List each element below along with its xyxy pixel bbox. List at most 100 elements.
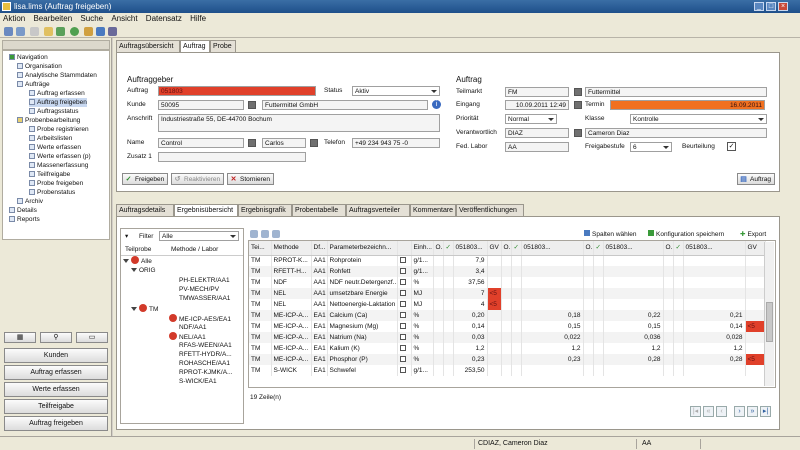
new-icon[interactable] xyxy=(56,27,65,36)
menu-hilfe[interactable]: Hilfe xyxy=(187,13,209,25)
row-checkbox[interactable] xyxy=(397,277,412,288)
open-icon[interactable] xyxy=(44,27,53,36)
col-header[interactable]: O. xyxy=(663,241,674,256)
tab-ergebnisgrafik[interactable]: Ergebnisgrafik xyxy=(238,204,292,216)
help-icon[interactable] xyxy=(108,27,117,36)
filter-tree-item[interactable]: TM xyxy=(131,304,158,314)
nav-item[interactable]: Probenstatus xyxy=(29,188,75,197)
name-field[interactable]: Control xyxy=(158,138,244,148)
maximize-button[interactable]: □ xyxy=(766,2,776,11)
verantwortlich-name-field[interactable]: Cameron Diaz xyxy=(585,128,767,138)
filter-tree-item[interactable]: RFAS-WEEN/AA1 xyxy=(179,341,232,350)
filter-tree-item[interactable]: Alle xyxy=(123,256,152,266)
teilmarkt-lookup-button[interactable] xyxy=(574,88,582,96)
col-header[interactable]: Tei... xyxy=(249,241,272,256)
kunde-lookup-button[interactable] xyxy=(248,101,256,109)
table-row[interactable]: TM NEL AA1 Nettoenergie-Laktation MJ 4 <5 xyxy=(249,299,766,310)
nav-item[interactable]: Werte erfassen (p) xyxy=(29,152,91,161)
zusatz-field[interactable] xyxy=(158,152,306,162)
menu-suche[interactable]: Suche xyxy=(77,13,106,25)
nav-item-selected[interactable]: Auftrag freigeben xyxy=(29,98,87,107)
tree-view-button[interactable]: ▦ xyxy=(4,332,36,343)
save-all-icon[interactable] xyxy=(16,27,25,36)
grid-view-icon[interactable] xyxy=(250,230,258,238)
filter-tree-item[interactable]: ROHASCHE/AA1 xyxy=(179,359,230,368)
nav-item[interactable]: Aufträge xyxy=(17,80,50,89)
table-row[interactable]: TM ME-ICP-A... EA1 Kalium (K)% 1,2 1,2 1,2 1,2 xyxy=(249,343,766,354)
nav-item[interactable]: Werte erfassen xyxy=(29,143,81,152)
konfiguration-speichern-button[interactable]: Konfiguration speichern xyxy=(648,230,724,238)
folder-view-button[interactable]: ▭ xyxy=(76,332,108,343)
close-button[interactable]: × xyxy=(778,2,788,11)
table-row[interactable]: TM NEL AA1 umsetzbare Energie MJ 7 <5 xyxy=(249,288,766,299)
kunde-name-field[interactable]: Futtermittel GmbH xyxy=(262,100,428,110)
info-icon[interactable]: i xyxy=(432,100,441,109)
row-checkbox[interactable] xyxy=(397,255,412,266)
scroll-thumb[interactable] xyxy=(766,302,773,342)
row-checkbox[interactable] xyxy=(397,332,412,343)
telefon-field[interactable]: +49 234 943 75 -0 xyxy=(352,138,440,148)
last-page-button[interactable]: ▸| xyxy=(760,406,771,417)
row-checkbox[interactable] xyxy=(397,321,412,332)
filter-tree-item[interactable]: TMWASSER/AA1 xyxy=(179,294,230,303)
anschrift-field[interactable]: Industriestraße 55, DE-44700 Bochum xyxy=(158,114,440,132)
prev-button[interactable]: ‹ xyxy=(716,406,727,417)
col-header[interactable]: GV xyxy=(487,241,502,256)
auftrag-freigeben-button[interactable]: Auftrag freigeben xyxy=(4,416,108,431)
col-header[interactable]: O. xyxy=(583,241,594,256)
werte-erfassen-button[interactable]: Werte erfassen xyxy=(4,382,108,397)
refresh-icon[interactable] xyxy=(70,27,79,36)
filter-tree-item[interactable]: NDF/AA1 xyxy=(179,323,206,332)
col-header[interactable]: Methode xyxy=(271,241,312,256)
nav-item[interactable]: Auftragsstatus xyxy=(29,107,79,116)
nav-item[interactable]: Probenbearbeitung xyxy=(17,116,80,125)
table-row[interactable]: TM S-WICK EA1 Schwefel g/1... 253,50 xyxy=(249,365,766,376)
nav-item[interactable]: Reports xyxy=(9,215,40,224)
prev-page-button[interactable]: « xyxy=(703,406,714,417)
filter-icon[interactable] xyxy=(96,27,105,36)
grid-scrollbar[interactable] xyxy=(764,242,774,386)
tab-probe[interactable]: Probe xyxy=(210,40,236,52)
filter-tree-item[interactable]: PV-MECH/PV xyxy=(179,285,219,294)
menu-bearbeiten[interactable]: Bearbeiten xyxy=(30,13,75,25)
next-page-button[interactable]: » xyxy=(747,406,758,417)
kunden-button[interactable]: Kunden xyxy=(4,348,108,363)
tab-ergebnisuebersicht[interactable]: Ergebnisübersicht xyxy=(174,204,238,216)
next-button[interactable]: › xyxy=(734,406,745,417)
teilmarkt-name-field[interactable]: Futtermittel xyxy=(585,87,767,97)
nav-item[interactable]: Massenerfassung xyxy=(29,161,88,170)
col-header[interactable]: GV xyxy=(745,241,766,256)
first-page-button[interactable]: |◂ xyxy=(690,406,701,417)
filter-tree-item[interactable]: RPROT-KJMK/A... xyxy=(179,368,232,377)
tab-auftragsverteiler[interactable]: Auftragsverteiler xyxy=(346,204,410,216)
nav-item[interactable]: Probe registrieren xyxy=(29,125,89,134)
table-row[interactable]: TM RFETT-H... AA1 Rohfett g/1... 3,4 xyxy=(249,266,766,277)
row-checkbox[interactable] xyxy=(397,310,412,321)
kunde-field[interactable]: 50095 xyxy=(158,100,244,110)
table-row[interactable]: TM ME-ICP-A... EA1 Natrium (Na)% 0,03 0,022 0,… xyxy=(249,332,766,343)
row-checkbox[interactable] xyxy=(397,365,412,376)
col-header[interactable]: O. xyxy=(501,241,512,256)
status-select[interactable]: Aktiv xyxy=(352,86,440,96)
table-row[interactable]: TM ME-ICP-A... EA1 Magnesium (Mg)% 0,14 0,15 0… xyxy=(249,321,766,332)
reaktivieren-button[interactable]: ↺ Reaktivieren xyxy=(171,173,225,185)
row-checkbox[interactable] xyxy=(397,343,412,354)
save-icon[interactable] xyxy=(4,27,13,36)
nav-item[interactable]: Organisation xyxy=(17,62,62,71)
tab-veroeffentlichungen[interactable]: Veröffentlichungen xyxy=(456,204,524,216)
row-checkbox[interactable] xyxy=(397,299,412,310)
filter-select[interactable]: Alle xyxy=(159,231,239,241)
eingang-calendar-button[interactable] xyxy=(574,101,582,109)
search-icon[interactable] xyxy=(84,27,93,36)
tab-auftragsuebersicht[interactable]: Auftragsübersicht xyxy=(116,40,180,52)
nav-item[interactable]: Navigation xyxy=(9,53,48,62)
row-checkbox[interactable] xyxy=(397,266,412,277)
auftrag-field[interactable]: 051803 xyxy=(158,86,316,96)
grid-copy-icon[interactable] xyxy=(272,230,280,238)
nav-item[interactable]: Details xyxy=(9,206,37,215)
filter-tree-item[interactable]: PH-ELEKTR/AA1 xyxy=(179,276,230,285)
name-lookup-button[interactable] xyxy=(248,139,256,147)
col-header[interactable]: Einh... xyxy=(411,241,434,256)
menu-datensatz[interactable]: Datensatz xyxy=(143,13,185,25)
col-header[interactable]: 051803... xyxy=(453,241,488,256)
